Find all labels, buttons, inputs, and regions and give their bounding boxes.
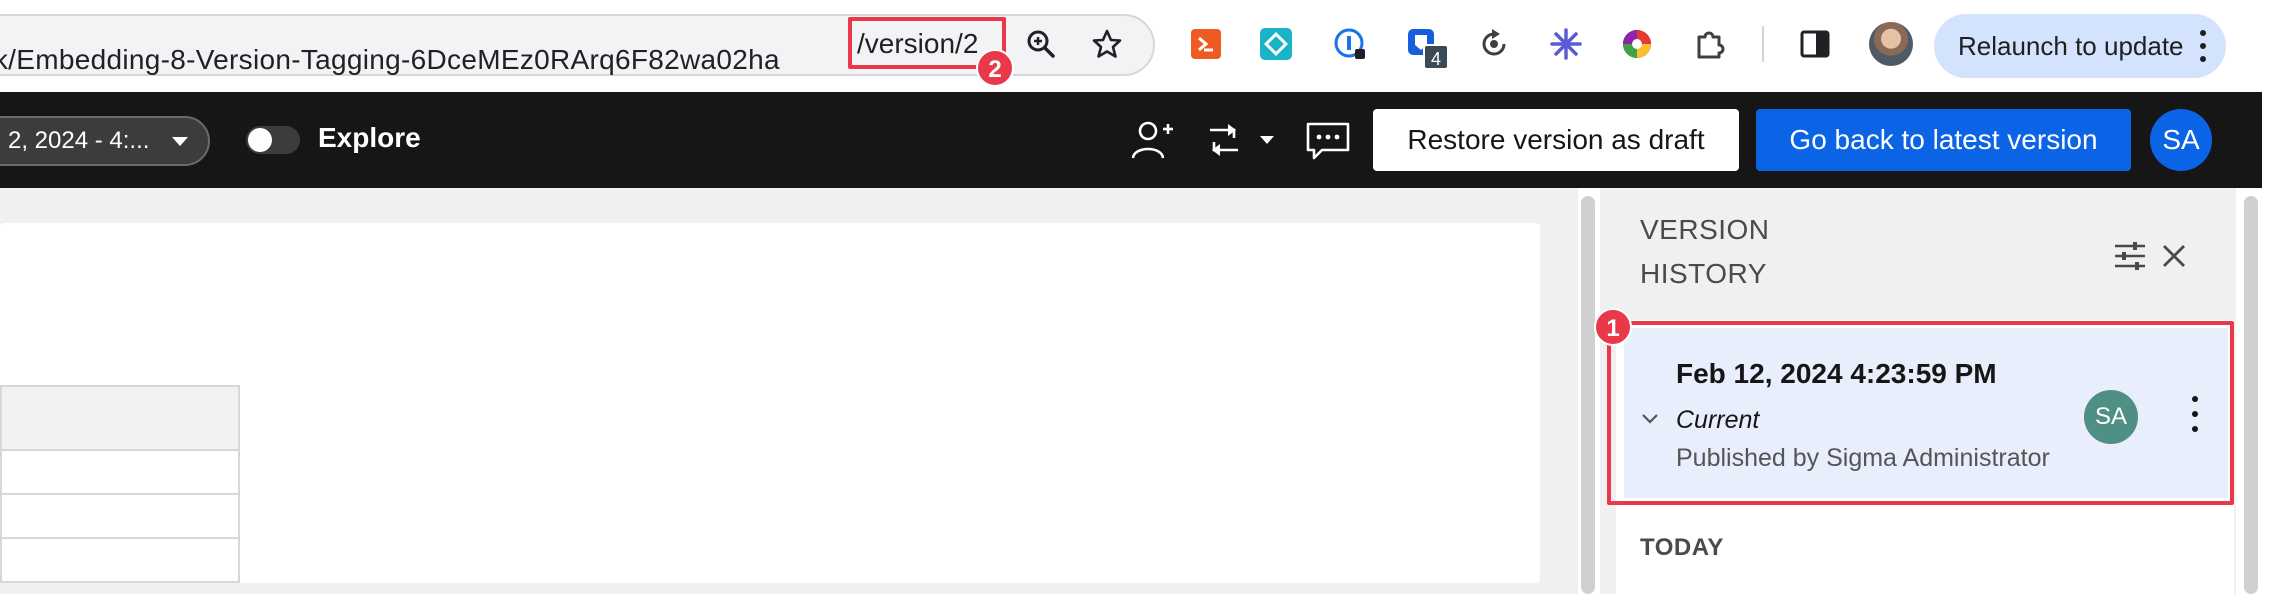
- profile-avatar[interactable]: [1869, 22, 1913, 66]
- bitwarden-icon[interactable]: 4: [1403, 24, 1449, 70]
- section-today-label: TODAY: [1640, 534, 1724, 561]
- avatar[interactable]: SA: [2150, 109, 2212, 171]
- panel-title-line2: HISTORY: [1640, 258, 1767, 289]
- zoom-icon[interactable]: [1019, 22, 1063, 66]
- filter-icon[interactable]: [2112, 238, 2148, 274]
- extension-badge: 4: [1423, 44, 1449, 70]
- asterisk-icon[interactable]: [1546, 24, 1586, 64]
- chevron-down-icon: [172, 137, 188, 146]
- puzzle-icon[interactable]: [1690, 24, 1730, 64]
- annotation-badge-2: 2: [976, 49, 1014, 87]
- version-select-value: 2, 2024 - 4:...: [8, 127, 150, 154]
- sigma-ext-icon[interactable]: [1186, 24, 1226, 64]
- panel-title-line1: VERSION: [1640, 214, 1770, 245]
- panel-title: VERSION HISTORY: [1640, 208, 1840, 296]
- version-select[interactable]: 2, 2024 - 4:...: [0, 116, 210, 166]
- relaunch-button[interactable]: Relaunch to update: [1934, 14, 2226, 78]
- explore-toggle[interactable]: [246, 126, 300, 154]
- add-user-icon[interactable]: [1128, 116, 1176, 164]
- toolbar-divider: [1762, 26, 1764, 62]
- diamond-ext-icon[interactable]: [1256, 24, 1296, 64]
- swap-icon[interactable]: [1200, 116, 1248, 164]
- workbook-canvas: [0, 188, 1578, 594]
- sync-icon[interactable]: [1474, 24, 1514, 64]
- close-icon[interactable]: [2156, 238, 2192, 274]
- more-vert-icon[interactable]: [2200, 30, 2208, 62]
- table-row: [0, 495, 240, 539]
- app-header: 2, 2024 - 4:... Explore Restore version …: [0, 92, 2278, 188]
- 1password-icon[interactable]: [1330, 24, 1370, 64]
- url-text[interactable]: ok/Embedding-8-Version-Tagging-6DceMEz0R…: [0, 40, 780, 80]
- panel-scrollbar[interactable]: [2244, 196, 2258, 594]
- color-wheel-icon[interactable]: [1617, 24, 1657, 64]
- explore-label: Explore: [318, 122, 421, 153]
- restore-version-button[interactable]: Restore version as draft: [1373, 109, 1739, 171]
- relaunch-label: Relaunch to update: [1958, 30, 2184, 61]
- table-row: [0, 539, 240, 583]
- star-icon[interactable]: [1085, 22, 1129, 66]
- canvas-scrollbar[interactable]: [1581, 196, 1595, 594]
- table-header: [0, 385, 240, 451]
- annotation-badge-1: 1: [1594, 308, 1632, 346]
- page-card: [0, 223, 1540, 583]
- table-element[interactable]: [0, 385, 240, 583]
- back-to-latest-button[interactable]: Go back to latest version: [1756, 109, 2131, 171]
- window-edge: [2262, 0, 2278, 594]
- chevron-down-icon[interactable]: [1258, 116, 1276, 164]
- comment-icon[interactable]: [1304, 116, 1352, 164]
- table-row: [0, 451, 240, 495]
- browser-toolbar: ok/Embedding-8-Version-Tagging-6DceMEz0R…: [0, 0, 2278, 92]
- sidebar-icon[interactable]: [1795, 24, 1835, 64]
- annotation-box-1: [1607, 321, 2234, 505]
